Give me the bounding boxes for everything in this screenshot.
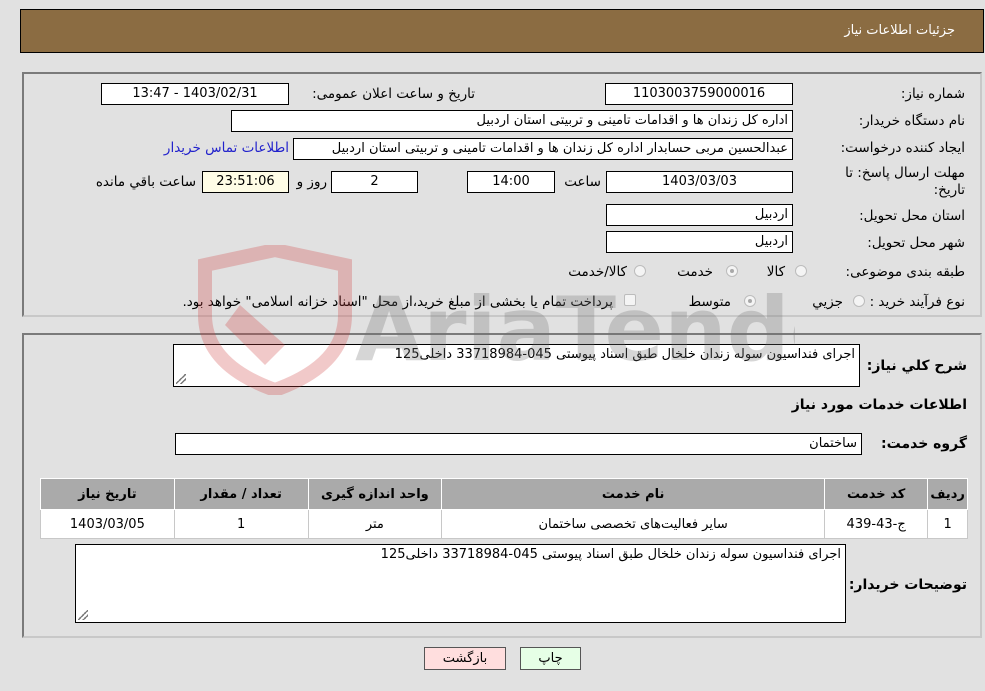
col-date-header: تاریخ نیاز <box>40 478 175 510</box>
buyer-notes-label: توضیحات خریدار: <box>848 577 967 593</box>
services-heading: اطلاعات خدمات مورد نیاز <box>791 397 967 413</box>
deadline-time-label: ساعت <box>564 174 601 190</box>
buyer-contact-link[interactable]: اطلاعات تماس خریدار <box>164 140 289 156</box>
treasury-note: پرداخت تمام یا بخشی از مبلغ خرید،از محل … <box>182 294 613 310</box>
buyer-notes-text: اجرای فنداسیون سوله زندان خلخال طبق اسنا… <box>380 547 841 562</box>
requester-label: ایجاد کننده درخواست: <box>840 140 965 156</box>
purchase-minor-radio[interactable] <box>853 295 865 307</box>
resize-grip-icon[interactable] <box>176 374 186 384</box>
treasury-checkbox[interactable] <box>624 294 636 306</box>
cell-unit: متر <box>307 509 443 539</box>
buyer-org-field[interactable]: اداره کل زندان ها و اقدامات تامینی و ترب… <box>231 110 793 132</box>
page-title: جزئیات اطلاعات نیاز <box>844 23 955 38</box>
cell-code: ج-43-439 <box>824 509 929 539</box>
print-button[interactable]: چاپ <box>520 647 581 670</box>
service-group-field[interactable]: ساختمان <box>175 433 862 455</box>
need-number-field[interactable]: 1103003759000016 <box>605 83 793 105</box>
resize-grip-icon[interactable] <box>78 610 88 620</box>
summary-text: اجرای فنداسیون سوله زندان خلخال طبق اسنا… <box>394 347 855 362</box>
delivery-province-field[interactable]: اردبیل <box>606 204 793 226</box>
category-goods-service-radio[interactable] <box>634 265 646 277</box>
page-header: جزئیات اطلاعات نیاز <box>20 9 984 53</box>
category-goods-radio[interactable] <box>795 265 807 277</box>
announce-datetime-label: تاریخ و ساعت اعلان عمومی: <box>312 86 475 102</box>
col-row-header: ردیف <box>927 478 968 510</box>
service-group-label: گروه خدمت: <box>881 436 967 452</box>
category-goods-service-label: کالا/خدمت <box>568 264 627 280</box>
time-remaining-field[interactable]: 23:51:06 <box>202 171 289 193</box>
delivery-city-label: شهر محل تحویل: <box>867 235 965 251</box>
cell-date: 1403/03/05 <box>40 509 175 539</box>
days-label: روز و <box>296 174 327 190</box>
col-unit-header: واحد اندازه گیری <box>307 478 443 510</box>
buyer-org-label: نام دستگاه خریدار: <box>858 113 965 129</box>
cell-row: 1 <box>927 509 968 539</box>
deadline-date-field[interactable]: 1403/03/03 <box>606 171 793 193</box>
category-goods-label: کالا <box>766 264 785 280</box>
category-service-radio[interactable] <box>726 265 738 277</box>
time-remaining-label: ساعت باقي مانده <box>95 174 196 190</box>
summary-label: شرح کلي نياز: <box>866 358 967 374</box>
purchase-medium-label: متوسط <box>688 294 731 310</box>
days-remaining-field[interactable]: 2 <box>331 171 418 193</box>
buyer-notes-textarea[interactable]: اجرای فنداسیون سوله زندان خلخال طبق اسنا… <box>75 544 846 623</box>
need-number-label: شماره نیاز: <box>900 86 965 102</box>
category-label: طبقه بندی موضوعی: <box>845 264 965 280</box>
deadline-label: مهلت ارسال پاسخ: تا تاریخ: <box>845 165 965 198</box>
delivery-province-label: استان محل تحویل: <box>859 208 965 224</box>
col-code-header: کد خدمت <box>824 478 929 510</box>
purchase-medium-radio[interactable] <box>744 295 756 307</box>
cell-name: سایر فعالیت‌های تخصصی ساختمان <box>441 509 826 539</box>
cell-qty: 1 <box>173 509 309 539</box>
category-service-label: خدمت <box>677 264 713 280</box>
deadline-time-field[interactable]: 14:00 <box>467 171 555 193</box>
delivery-city-field[interactable]: اردبیل <box>606 231 793 253</box>
announce-datetime-field[interactable]: 1403/02/31 - 13:47 <box>101 83 289 105</box>
purchase-type-label: نوع فرآیند خرید : <box>869 294 965 310</box>
col-qty-header: تعداد / مقدار <box>173 478 309 510</box>
table-header-row: ردیف کد خدمت نام خدمت واحد اندازه گیری ت… <box>40 478 968 510</box>
services-table: ردیف کد خدمت نام خدمت واحد اندازه گیری ت… <box>40 478 968 539</box>
requester-field[interactable]: عبدالحسین مربی حسابدار اداره کل زندان ها… <box>293 138 793 160</box>
col-name-header: نام خدمت <box>441 478 826 510</box>
back-button[interactable]: بازگشت <box>424 647 506 670</box>
summary-textarea[interactable]: اجرای فنداسیون سوله زندان خلخال طبق اسنا… <box>173 344 860 387</box>
table-row: 1 ج-43-439 سایر فعالیت‌های تخصصی ساختمان… <box>40 509 968 539</box>
purchase-minor-label: جزيي <box>812 294 843 310</box>
